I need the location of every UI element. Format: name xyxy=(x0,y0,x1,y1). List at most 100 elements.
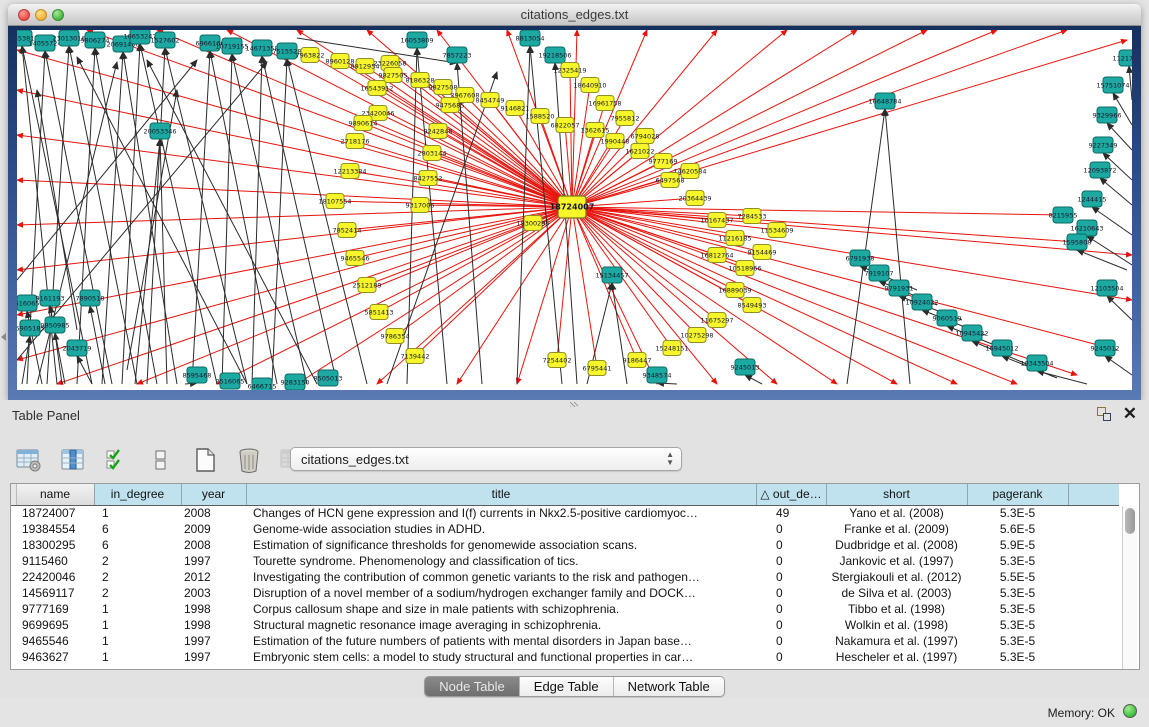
graph-node[interactable]: 1990448 xyxy=(601,134,630,149)
tab-edge-table[interactable]: Edge Table xyxy=(520,677,614,696)
graph-node[interactable]: 18640910 xyxy=(573,78,606,93)
cell-name[interactable]: 18300295 xyxy=(16,537,94,553)
cell-outde[interactable]: 49 xyxy=(756,505,826,521)
table-settings-icon[interactable] xyxy=(14,445,44,475)
cell-year[interactable]: 1997 xyxy=(181,633,246,649)
graph-node[interactable]: 8427552 xyxy=(414,171,443,186)
cell-pagerank[interactable]: 5.3E-5 xyxy=(967,617,1068,633)
close-panel-icon[interactable]: ✕ xyxy=(1123,404,1137,424)
show-columns-icon[interactable] xyxy=(58,445,88,475)
graph-node[interactable]: 6795441 xyxy=(583,361,612,376)
cell-name[interactable]: 18724007 xyxy=(16,505,94,521)
table-row[interactable]: 1830029562008Estimation of significance … xyxy=(11,537,1119,553)
graph-node[interactable]: 9245013 xyxy=(731,359,760,375)
tab-network-table[interactable]: Network Table xyxy=(614,677,724,696)
graph-node[interactable]: 9060519 xyxy=(933,310,962,326)
panel-resize-grip[interactable] xyxy=(570,402,578,407)
graph-node[interactable]: 7890518 xyxy=(76,290,105,306)
graph-node[interactable]: 8215955 xyxy=(1049,207,1078,223)
table-row[interactable]: 1456911722003Disruption of a novel membe… xyxy=(11,585,1119,601)
graph-node[interactable]: 9245012 xyxy=(1091,340,1120,356)
graph-node[interactable]: 20053346 xyxy=(143,123,176,139)
graph-node[interactable]: 7139442 xyxy=(401,349,430,364)
graph-node[interactable]: 9329966 xyxy=(1093,107,1122,123)
cell-name[interactable]: 9463627 xyxy=(16,649,94,665)
cell-outde[interactable]: 0 xyxy=(756,633,826,649)
graph-node[interactable]: 7254402 xyxy=(543,353,572,368)
cell-short[interactable]: Yano et al. (2008) xyxy=(826,505,967,521)
cell-title[interactable]: Genome-wide association studies in ADHD. xyxy=(246,521,756,537)
graph-node[interactable]: 19218506 xyxy=(538,47,571,63)
column-header-year[interactable]: year xyxy=(181,484,246,505)
graph-node[interactable]: 9154469 xyxy=(748,245,777,260)
cell-outde[interactable]: 0 xyxy=(756,553,826,569)
cell-short[interactable]: Dudbridge et al. (2008) xyxy=(826,537,967,553)
table-row[interactable]: 2242004622012Investigating the contribut… xyxy=(11,569,1119,585)
cell-pagerank[interactable]: 5.3E-5 xyxy=(967,649,1068,665)
cell-short[interactable]: Nakamura et al. (1997) xyxy=(826,633,967,649)
cell-name[interactable]: 9465546 xyxy=(16,633,94,649)
table-row[interactable]: 946362711997Embryonic stem cells: a mode… xyxy=(11,649,1119,665)
scrollbar-thumb[interactable] xyxy=(1125,508,1135,534)
graph-node[interactable]: 8813054 xyxy=(516,30,545,46)
cell-indegree[interactable]: 6 xyxy=(94,521,181,537)
cell-title[interactable]: Disruption of a novel member of a sodium… xyxy=(246,585,756,601)
graph-node[interactable]: 6822057 xyxy=(551,118,580,133)
table-row[interactable]: 946554611997Estimation of the future num… xyxy=(11,633,1119,649)
cell-year[interactable]: 1998 xyxy=(181,601,246,617)
cell-title[interactable]: Corpus callosum shape and size in male p… xyxy=(246,601,756,617)
table-row[interactable]: 1872400712008Changes of HCN gene express… xyxy=(11,505,1119,521)
cell-outde[interactable]: 0 xyxy=(756,601,826,617)
graph-node[interactable]: 1527602 xyxy=(151,32,180,48)
network-canvas[interactable]: 2055381914055724230130169806274206914061… xyxy=(17,30,1132,390)
cell-name[interactable]: 19384554 xyxy=(16,521,94,537)
graph-node[interactable]: 10924022 xyxy=(905,294,938,310)
graph-node[interactable]: 9283150 xyxy=(281,374,310,390)
cell-indegree[interactable]: 2 xyxy=(94,553,181,569)
cell-short[interactable]: Franke et al. (2009) xyxy=(826,521,967,537)
graph-node[interactable]: 2516065 xyxy=(216,373,245,389)
cell-title[interactable]: Embryonic stem cells: a model to study s… xyxy=(246,649,756,665)
graph-node[interactable]: 16648784 xyxy=(868,93,901,109)
cell-indegree[interactable]: 1 xyxy=(94,505,181,521)
float-panel-icon[interactable] xyxy=(1097,407,1111,421)
column-header-short[interactable]: short xyxy=(826,484,967,505)
cell-name[interactable]: 14569117 xyxy=(16,585,94,601)
graph-node[interactable]: 6791938 xyxy=(846,250,875,266)
graph-node[interactable]: 2043719 xyxy=(63,340,92,356)
cell-title[interactable]: Estimation of significance thresholds fo… xyxy=(246,537,756,553)
graph-node[interactable]: 11675297 xyxy=(700,313,733,328)
cell-indegree[interactable]: 2 xyxy=(94,569,181,585)
cell-year[interactable]: 2008 xyxy=(181,505,246,521)
table-row[interactable]: 977716911998Corpus callosum shape and si… xyxy=(11,601,1119,617)
cell-pagerank[interactable]: 5.3E-5 xyxy=(967,553,1068,569)
cell-indegree[interactable]: 6 xyxy=(94,537,181,553)
column-header-indegree[interactable]: in_degree xyxy=(94,484,181,505)
graph-node[interactable]: 20364439 xyxy=(678,191,711,206)
cell-outde[interactable]: 0 xyxy=(756,617,826,633)
graph-node[interactable]: 1362615 xyxy=(581,123,610,138)
column-check-icon[interactable] xyxy=(102,445,132,475)
cell-title[interactable]: Estimation of the future numbers of pati… xyxy=(246,633,756,649)
cell-outde[interactable]: 0 xyxy=(756,649,826,665)
cell-pagerank[interactable]: 5.3E-5 xyxy=(967,601,1068,617)
graph-node[interactable]: 9850985 xyxy=(41,317,70,333)
network-graph-svg[interactable]: 2055381914055724230130169806274206914061… xyxy=(17,30,1132,390)
graph-node[interactable]: 16053809 xyxy=(400,32,433,48)
graph-node[interactable]: 16961758 xyxy=(588,96,621,111)
graph-node[interactable]: 2803144 xyxy=(418,146,447,161)
cell-year[interactable]: 2012 xyxy=(181,569,246,585)
column-header-title[interactable]: title xyxy=(246,484,756,505)
cell-year[interactable]: 2003 xyxy=(181,585,246,601)
graph-node[interactable]: 7852414 xyxy=(333,223,362,238)
graph-node[interactable]: 7857223 xyxy=(443,47,472,63)
cell-pagerank[interactable]: 5.3E-5 xyxy=(967,633,1068,649)
graph-node[interactable]: 9186447 xyxy=(623,353,652,368)
cell-title[interactable]: Structural magnetic resonance image aver… xyxy=(246,617,756,633)
cell-short[interactable]: Jankovic et al. (1997) xyxy=(826,553,967,569)
graph-node[interactable]: 1244415 xyxy=(1078,191,1107,207)
cell-indegree[interactable]: 1 xyxy=(94,633,181,649)
graph-node[interactable]: 9806274 xyxy=(81,32,110,48)
graph-node[interactable]: 10518966 xyxy=(728,261,761,276)
cell-year[interactable]: 2009 xyxy=(181,521,246,537)
